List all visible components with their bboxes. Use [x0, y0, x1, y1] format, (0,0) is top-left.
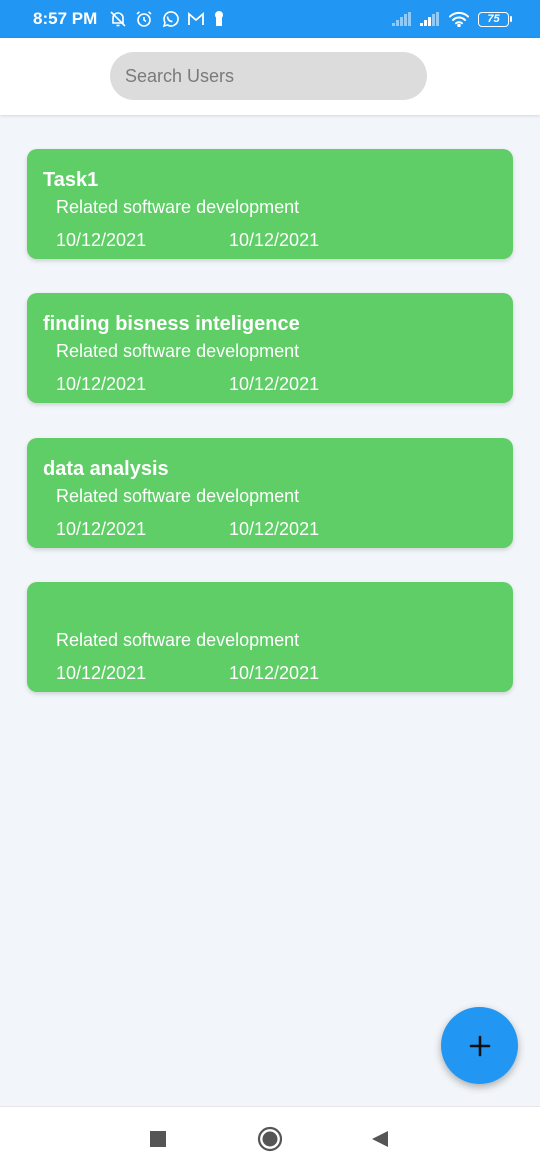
signal-icon [420, 12, 440, 26]
task-end-date: 10/12/2021 [229, 374, 320, 394]
recent-apps-icon [150, 1131, 166, 1147]
recent-apps-button[interactable] [138, 1119, 178, 1159]
plus-icon [469, 1035, 491, 1057]
wifi-icon [448, 11, 470, 27]
back-button[interactable] [360, 1119, 400, 1159]
task-start-date: 10/12/2021 [56, 374, 147, 394]
task-card[interactable]: data analysis Related software developme… [27, 438, 513, 548]
task-description: Related software development [56, 341, 300, 361]
task-description: Related software development [56, 197, 300, 217]
search-header [0, 38, 540, 115]
status-right: 75 [392, 11, 512, 27]
gmail-icon [187, 11, 205, 27]
task-description: Related software development [56, 486, 300, 506]
whatsapp-icon [161, 10, 180, 28]
alarm-clock-icon [135, 10, 153, 28]
search-input[interactable] [110, 52, 427, 100]
status-time: 8:57 PM [33, 9, 98, 28]
alarm-off-icon [109, 10, 127, 28]
battery-icon: 75 [478, 11, 512, 27]
task-title: finding bisness inteligence [43, 313, 300, 335]
signal-icon [392, 12, 412, 26]
status-left: 8:57 PM [33, 9, 225, 29]
task-description: Related software development [56, 630, 300, 650]
task-start-date: 10/12/2021 [56, 230, 147, 250]
task-end-date: 10/12/2021 [229, 519, 320, 539]
keyhole-icon [213, 10, 225, 28]
battery-tip [510, 16, 512, 22]
task-title: Task1 [43, 169, 99, 191]
task-card[interactable]: finding bisness inteligence Related soft… [27, 293, 513, 403]
task-start-date: 10/12/2021 [56, 663, 147, 683]
home-button[interactable] [250, 1119, 290, 1159]
battery-level: 75 [478, 11, 509, 27]
task-title: data analysis [43, 458, 169, 480]
task-end-date: 10/12/2021 [229, 230, 320, 250]
task-card[interactable]: Related software development 10/12/2021 … [27, 582, 513, 692]
status-bar: 8:57 PM 75 [0, 0, 540, 38]
task-card[interactable]: Task1 Related software development 10/12… [27, 149, 513, 259]
navigation-bar [0, 1106, 540, 1170]
task-start-date: 10/12/2021 [56, 519, 147, 539]
add-task-button[interactable] [441, 1007, 518, 1084]
task-end-date: 10/12/2021 [229, 663, 320, 683]
back-icon [371, 1130, 389, 1148]
home-icon [257, 1126, 283, 1152]
